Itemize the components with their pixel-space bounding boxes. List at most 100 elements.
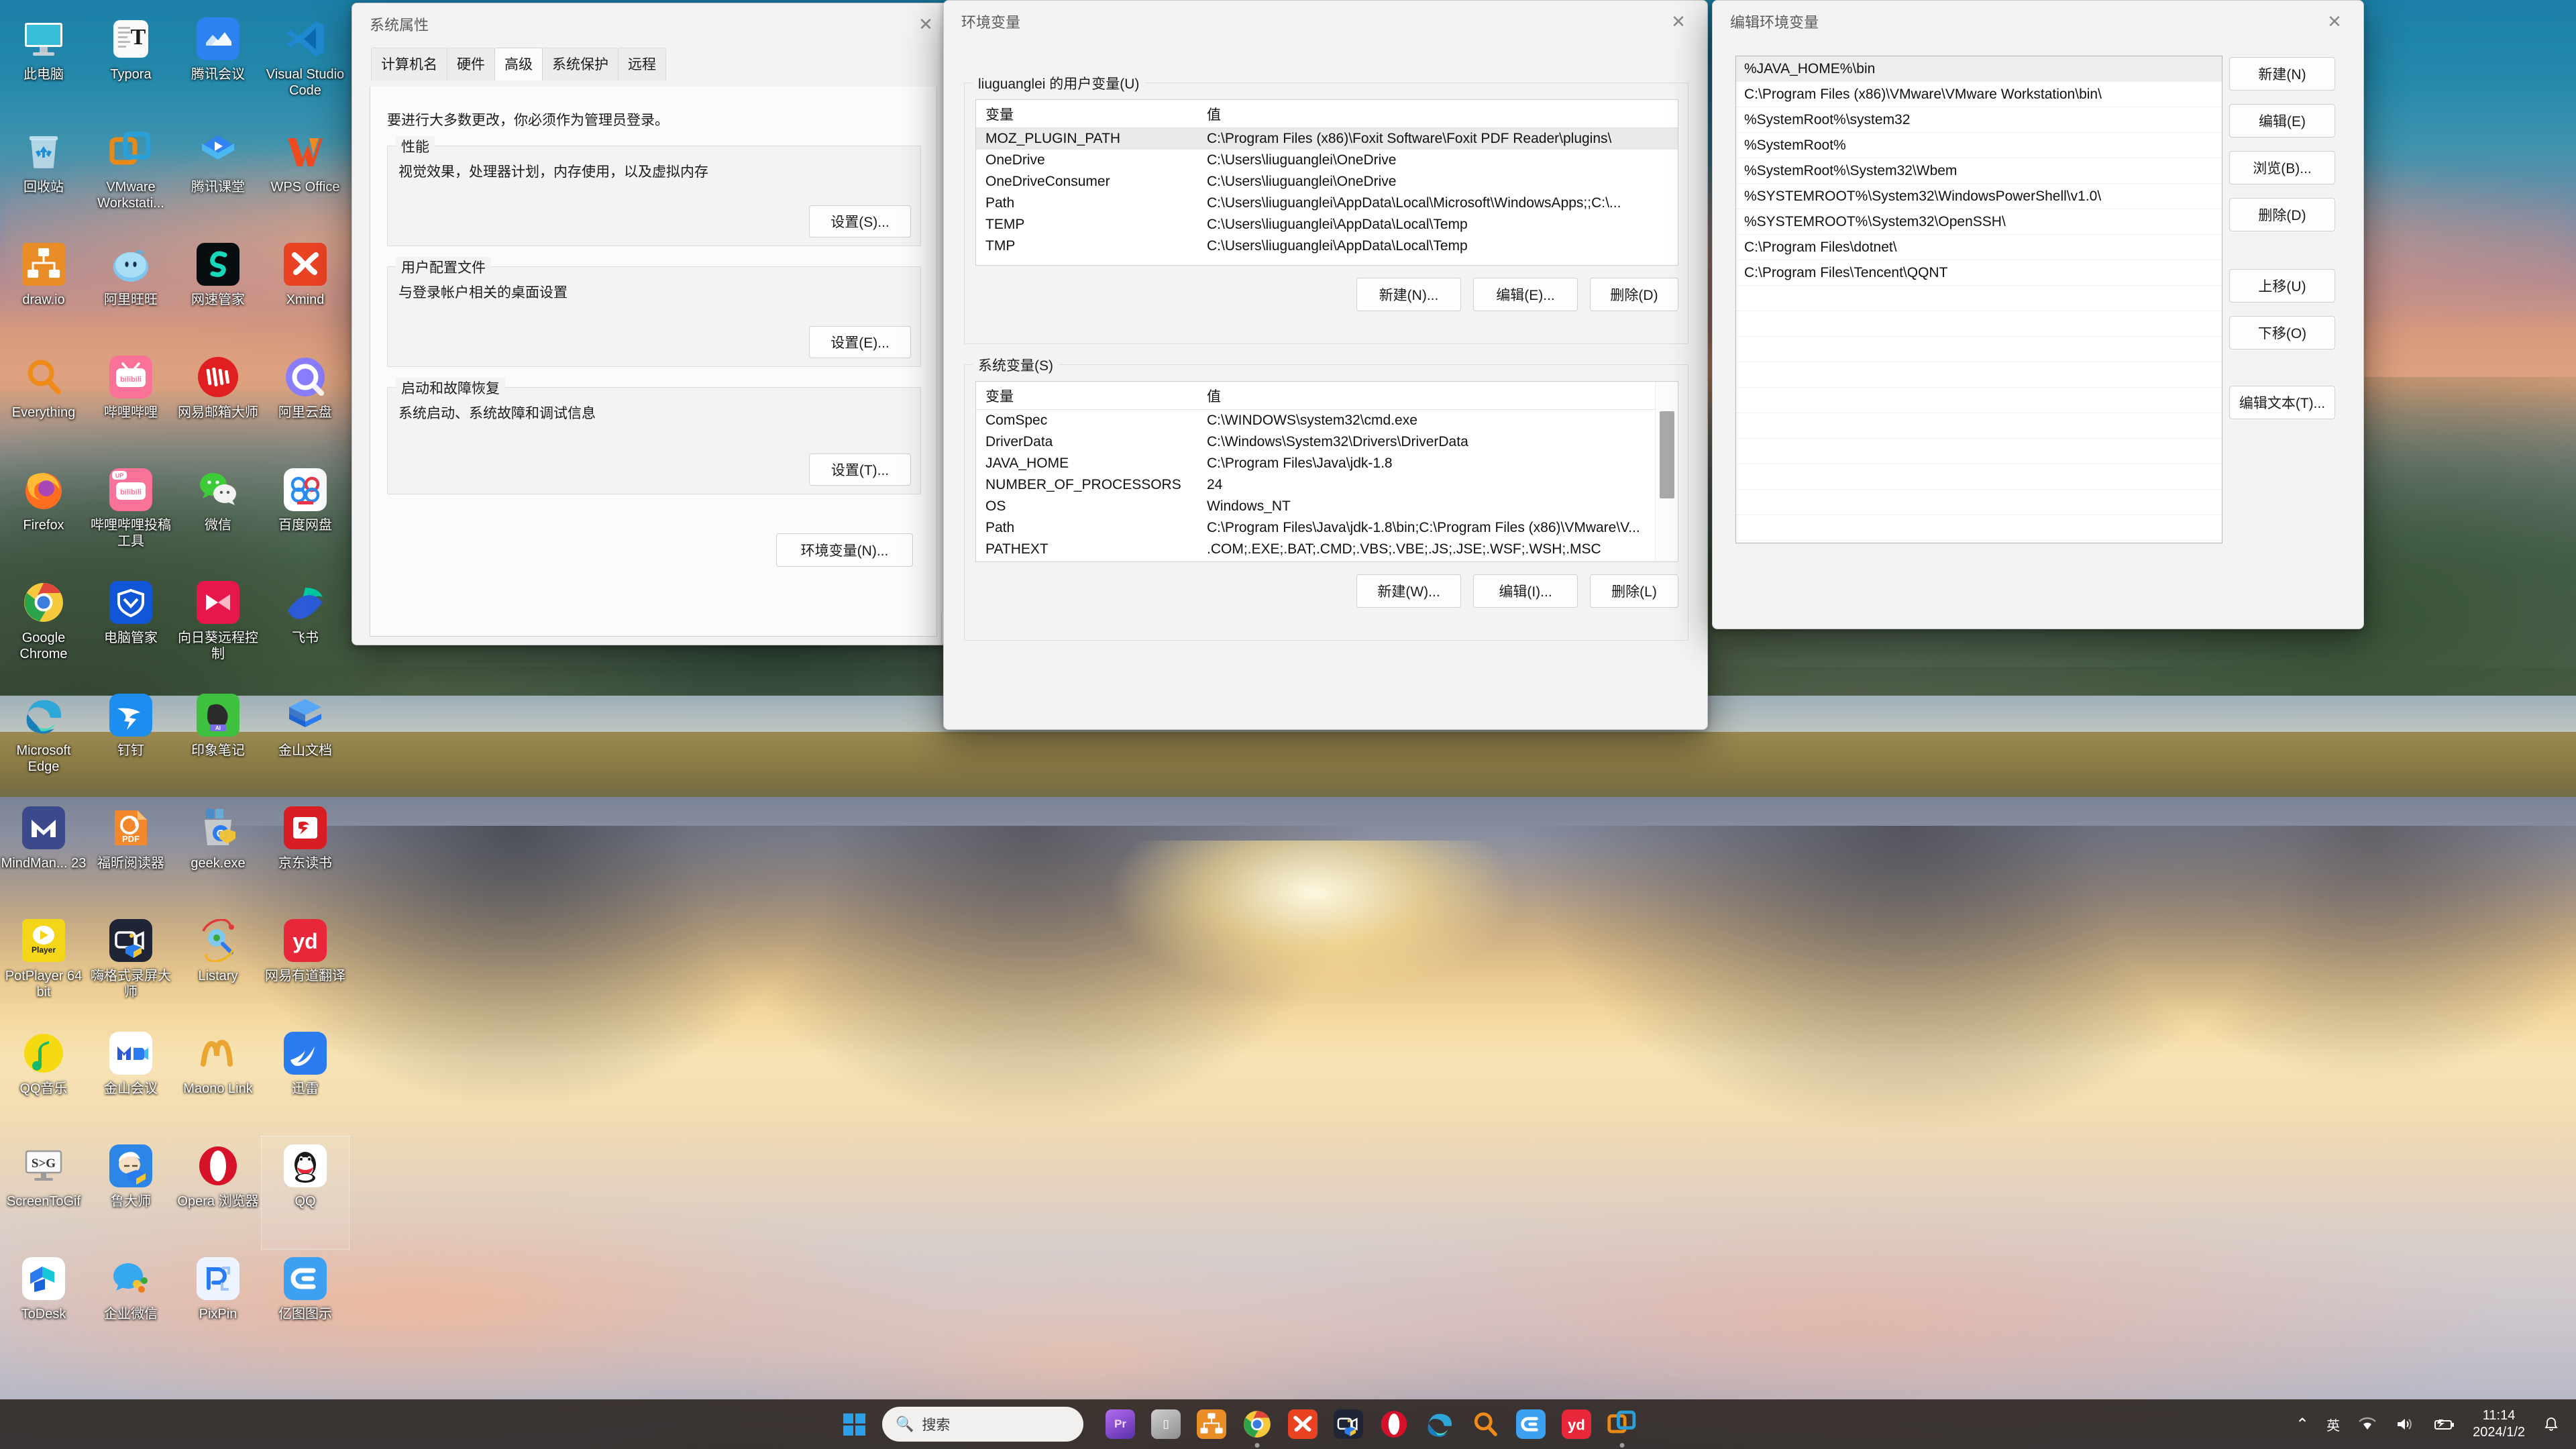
table-row[interactable]: NUMBER_OF_PROCESSORS 24 bbox=[976, 474, 1678, 496]
desktop-icon-aliyun-drive[interactable]: 阿里云盘 bbox=[262, 347, 349, 460]
list-item[interactable]: %SystemRoot%\system32 bbox=[1736, 107, 2222, 133]
desktop-icon-geek-uninstaller[interactable]: Ggeek.exe bbox=[174, 798, 262, 911]
system-variables-table[interactable]: 变量 值 ComSpec C:\WINDOWS\system32\cmd.exe D… bbox=[975, 381, 1678, 562]
system-delete-button[interactable]: 删除(L) bbox=[1590, 574, 1678, 608]
desktop-icon-evernote[interactable]: AI 印象笔记 bbox=[174, 686, 262, 798]
desktop-icon-kingsoft-meeting[interactable]: 金山会议 bbox=[87, 1024, 174, 1136]
desktop-icon-jd-read[interactable]: 京东读书 bbox=[262, 798, 349, 911]
taskbar-item-everything[interactable] bbox=[1466, 1405, 1505, 1444]
list-item[interactable] bbox=[1736, 464, 2222, 490]
environment-variables-window[interactable]: 环境变量 ✕ liuguanglei 的用户变量(U) 变量 值 MOZ_PLU… bbox=[943, 0, 1708, 730]
desktop-icon-mindmanager[interactable]: MindMan... 23 bbox=[0, 798, 87, 911]
table-row[interactable]: TMP C:\Users\liuguanglei\AppData\Local\Te… bbox=[976, 235, 1678, 257]
table-row[interactable]: OneDrive C:\Users\liuguanglei\OneDrive bbox=[976, 150, 1678, 171]
desktop-icon-wecom[interactable]: 企业微信 bbox=[87, 1249, 174, 1362]
path-delete-button[interactable]: 删除(D) bbox=[2229, 198, 2335, 231]
system-table-scroll-thumb[interactable] bbox=[1660, 411, 1674, 498]
edit-environment-variable-window[interactable]: 编辑环境变量 ✕ %JAVA_HOME%\bin C:\Program Files… bbox=[1712, 0, 2364, 629]
list-item[interactable] bbox=[1736, 490, 2222, 515]
desktop-icon-tencent-meeting[interactable]: 腾讯会议 bbox=[174, 9, 262, 122]
table-row[interactable]: Path C:\Program Files\Java\jdk-1.8\bin;C:… bbox=[976, 517, 1678, 539]
desktop-icon-ludashi[interactable]: 鲁大师 bbox=[87, 1136, 174, 1249]
desktop-icon-typora[interactable]: T Typora bbox=[87, 9, 174, 122]
table-row[interactable]: TEMP C:\Users\liuguanglei\AppData\Local\T… bbox=[976, 214, 1678, 235]
taskbar-item-vmware[interactable] bbox=[1603, 1405, 1642, 1448]
desktop-icon-bilibili[interactable]: bilibili 哔哩哔哩 bbox=[87, 347, 174, 460]
path-edit-text-button[interactable]: 编辑文本(T)... bbox=[2229, 386, 2335, 419]
taskbar-item-youdao-translate[interactable]: yd bbox=[1557, 1405, 1596, 1444]
desktop-icon-youdao-translate[interactable]: yd 网易有道翻译 bbox=[262, 911, 349, 1024]
volume-icon[interactable] bbox=[2395, 1416, 2415, 1432]
desktop-icon-vmware[interactable]: VMware Workstati... bbox=[87, 122, 174, 235]
desktop-icon-dingtalk[interactable]: 钉钉 bbox=[87, 686, 174, 798]
desktop-icon-foxit-reader[interactable]: PDF 福昕阅读器 bbox=[87, 798, 174, 911]
list-item[interactable]: %SYSTEMROOT%\System32\OpenSSH\ bbox=[1736, 209, 2222, 235]
list-item[interactable]: %SYSTEMROOT%\System32\WindowsPowerShell\… bbox=[1736, 184, 2222, 209]
path-browse-button[interactable]: 浏览(B)... bbox=[2229, 151, 2335, 184]
desktop-icon-qq[interactable]: QQ bbox=[261, 1136, 350, 1250]
desktop-icon-netease-mail[interactable]: 网易邮箱大师 bbox=[174, 347, 262, 460]
desktop-icon-opera[interactable]: Opera 浏览器 bbox=[174, 1136, 262, 1249]
battery-icon[interactable] bbox=[2432, 1416, 2455, 1432]
env-window-titlebar[interactable]: 环境变量 ✕ bbox=[944, 1, 1707, 42]
list-item[interactable]: %SystemRoot%\System32\Wbem bbox=[1736, 158, 2222, 184]
startup-recovery-settings-button[interactable]: 设置(T)... bbox=[809, 453, 911, 486]
desktop-icon-edge[interactable]: Microsoft Edge bbox=[0, 686, 87, 798]
list-item[interactable]: %SystemRoot% bbox=[1736, 133, 2222, 158]
system-new-button[interactable]: 新建(W)... bbox=[1356, 574, 1461, 608]
desktop-icon-todesk[interactable]: ToDesk bbox=[0, 1249, 87, 1362]
taskbar-item-edge[interactable] bbox=[1420, 1405, 1459, 1444]
ime-indicator[interactable]: 英 bbox=[2326, 1415, 2340, 1434]
desktop-icon-pixpin[interactable]: PixPin bbox=[174, 1249, 262, 1362]
desktop-icon-screentogif[interactable]: S>G ScreenToGif bbox=[0, 1136, 87, 1249]
desktop-icon-chrome[interactable]: Google Chrome bbox=[0, 573, 87, 686]
desktop-icon-potplayer[interactable]: Player PotPlayer 64 bit bbox=[0, 911, 87, 1024]
desktop-icon-thunder[interactable]: 迅雷 bbox=[262, 1024, 349, 1136]
wifi-icon[interactable] bbox=[2357, 1416, 2377, 1432]
env-close-icon[interactable]: ✕ bbox=[1650, 1, 1707, 42]
table-row[interactable]: DriverData C:\Windows\System32\Drivers\Dr… bbox=[976, 431, 1678, 453]
path-edit-button[interactable]: 编辑(E) bbox=[2229, 104, 2335, 138]
edit-close-icon[interactable]: ✕ bbox=[2306, 1, 2363, 42]
taskbar-item-opera[interactable] bbox=[1375, 1405, 1413, 1444]
desktop-icon-wechat[interactable]: 微信 bbox=[174, 460, 262, 573]
user-new-button[interactable]: 新建(N)... bbox=[1356, 278, 1461, 311]
taskbar-item-file-explorer[interactable] bbox=[1192, 1405, 1231, 1444]
clock[interactable]: 11:14 2024/1/2 bbox=[2473, 1407, 2525, 1441]
desktop-icon-maono-link[interactable]: Maono Link bbox=[174, 1024, 262, 1136]
system-table-scrollbar[interactable] bbox=[1655, 382, 1678, 561]
list-item[interactable]: C:\Program Files\dotnet\ bbox=[1736, 235, 2222, 260]
table-row[interactable]: PATHEXT .COM;.EXE;.BAT;.CMD;.VBS;.VBE;.JS… bbox=[976, 539, 1678, 560]
list-item[interactable]: %JAVA_HOME%\bin bbox=[1736, 56, 2222, 82]
desktop-icon-this-pc[interactable]: 此电脑 bbox=[0, 9, 87, 122]
desktop-icon-wps-office[interactable]: WPS Office bbox=[262, 122, 349, 235]
path-new-button[interactable]: 新建(N) bbox=[2229, 57, 2335, 91]
list-item[interactable]: C:\Program Files (x86)\VMware\VMware Wor… bbox=[1736, 82, 2222, 107]
list-item[interactable] bbox=[1736, 337, 2222, 362]
tab-2[interactable]: 高级 bbox=[494, 48, 543, 80]
path-entries-list[interactable]: %JAVA_HOME%\bin C:\Program Files (x86)\VM… bbox=[1735, 56, 2222, 543]
list-item[interactable] bbox=[1736, 388, 2222, 413]
list-item[interactable] bbox=[1736, 311, 2222, 337]
desktop-icon-vscode[interactable]: Visual Studio Code bbox=[262, 9, 349, 122]
desktop-icon-hgs-recorder[interactable]: 嗨格式录屏大师 bbox=[87, 911, 174, 1024]
table-row[interactable]: MOZ_PLUGIN_PATH C:\Program Files (x86)\Fo… bbox=[976, 128, 1678, 150]
window-titlebar[interactable]: 系统属性 ✕ bbox=[352, 3, 955, 45]
list-item[interactable] bbox=[1736, 286, 2222, 311]
table-row[interactable]: OneDriveConsumer C:\Users\liuguanglei\One… bbox=[976, 171, 1678, 193]
system-properties-window[interactable]: 系统属性 ✕ 计算机名 硬件 高级 系统保护 远程 要进行大多数更改，你必须作为管理员登… bbox=[352, 3, 955, 645]
taskbar-item-xmind[interactable] bbox=[1283, 1405, 1322, 1444]
table-row[interactable]: ComSpec C:\WINDOWS\system32\cmd.exe bbox=[976, 410, 1678, 431]
table-row[interactable]: Path C:\Users\liuguanglei\AppData\Local\M… bbox=[976, 193, 1678, 214]
desktop-icon-drawio[interactable]: draw.io bbox=[0, 235, 87, 347]
list-item[interactable] bbox=[1736, 515, 2222, 541]
desktop-icon-xmind[interactable]: Xmind bbox=[262, 235, 349, 347]
desktop-icon-everything[interactable]: Everything bbox=[0, 347, 87, 460]
desktop-icon-qq-music[interactable]: QQ音乐 bbox=[0, 1024, 87, 1136]
edit-window-titlebar[interactable]: 编辑环境变量 ✕ bbox=[1713, 1, 2363, 42]
desktop-icon-kingsoft-docs[interactable]: 金山文档 bbox=[262, 686, 349, 798]
user-delete-button[interactable]: 删除(D) bbox=[1590, 278, 1678, 311]
desktop-icon-pc-manager[interactable]: 电脑管家 bbox=[87, 573, 174, 686]
taskbar-item-file-explorer-gray[interactable]: ▯ bbox=[1146, 1405, 1185, 1444]
desktop-icon-bilibili-upload[interactable]: UP bilibili 哔哩哔哩投稿工具 bbox=[87, 460, 174, 573]
